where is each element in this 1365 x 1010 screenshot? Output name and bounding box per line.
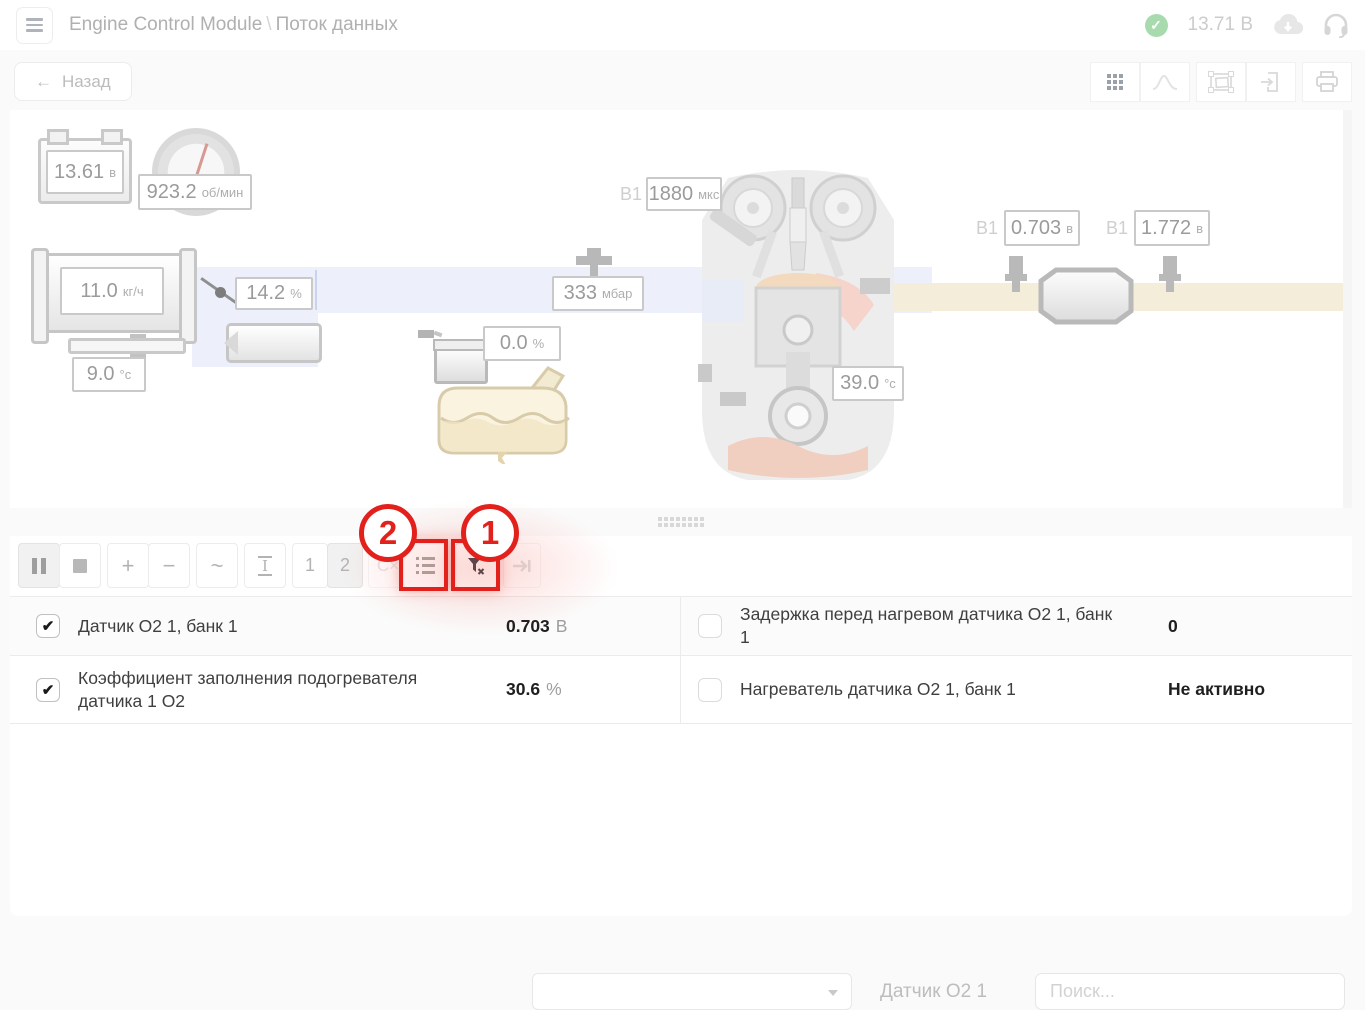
engine-block-icon xyxy=(698,160,898,490)
param-label: Коэффициент заполнения подогревателя дат… xyxy=(78,667,458,713)
back-button[interactable]: ← Назад xyxy=(14,62,132,101)
parameters-table: ✔ Датчик O2 1, банк 1 0.703В ✔ Коэффицие… xyxy=(10,596,1352,916)
engine-diagram: 13.61в 923.2об/мин B1 1880мкс 11.0кг/ч 1… xyxy=(10,110,1352,508)
pause-button[interactable] xyxy=(18,543,60,588)
param-label: Задержка перед нагревом датчика O2 1, ба… xyxy=(740,603,1120,649)
skip-button[interactable] xyxy=(503,543,541,588)
value-coolant-temp: 39.0°с xyxy=(832,366,904,401)
search-box xyxy=(1035,973,1345,1010)
row-checkbox[interactable]: ✔ xyxy=(36,678,60,702)
wave-icon: ~ xyxy=(211,553,224,579)
filter-clear-button[interactable] xyxy=(455,543,497,588)
idle-valve-icon xyxy=(226,323,322,363)
row-checkbox[interactable] xyxy=(698,678,722,702)
app-header: Engine Control Module\Поток данных ✓ 13.… xyxy=(0,0,1365,50)
layout-1-button[interactable]: 1 xyxy=(292,543,328,588)
headphones-icon[interactable] xyxy=(1323,12,1349,38)
panel-splitter xyxy=(10,508,1352,536)
breadcrumb-module: Engine Control Module xyxy=(69,14,262,35)
plus-icon: + xyxy=(122,553,135,579)
view-chart-button[interactable] xyxy=(1140,62,1190,102)
wave-view-button[interactable]: ~ xyxy=(196,543,238,588)
param-label: Нагреватель датчика O2 1, банк 1 xyxy=(740,678,1016,701)
battery-voltage-readout: 13.71 В xyxy=(1188,14,1254,36)
o2-sensor-pre-icon xyxy=(1004,256,1028,294)
export-icon xyxy=(1259,70,1283,94)
hamburger-icon xyxy=(26,18,43,21)
o2-sensor-post-icon xyxy=(1158,256,1182,294)
breadcrumb: Engine Control Module\Поток данных xyxy=(69,14,398,36)
skip-icon xyxy=(512,559,532,573)
table-row[interactable]: ✔ Датчик O2 1, банк 1 0.703В xyxy=(10,597,680,656)
parameter-list-button[interactable] xyxy=(403,543,447,588)
param-label: Датчик O2 1, банк 1 xyxy=(78,615,238,638)
view-print-button[interactable] xyxy=(1302,62,1352,102)
filter-clear-icon xyxy=(466,556,486,576)
record-cancel-button[interactable]: C× xyxy=(368,543,408,588)
value-manifold-pressure: 333мбар xyxy=(552,276,644,311)
group-dropdown[interactable] xyxy=(532,973,852,1010)
frame-icon xyxy=(1208,71,1234,93)
param-value: 0 xyxy=(1168,616,1178,637)
page-toolbar: ← Назад xyxy=(0,50,1365,110)
value-battery-voltage: 13.61в xyxy=(46,150,124,194)
back-arrow-icon: ← xyxy=(35,72,52,92)
record-cancel-icon: C× xyxy=(377,556,399,576)
autoscale-icon: I xyxy=(258,556,272,576)
zoom-in-button[interactable]: + xyxy=(107,543,149,588)
row-checkbox[interactable] xyxy=(698,614,722,638)
selected-parameter-label: Датчик O2 1 xyxy=(880,973,987,1010)
param-value: 0.703В xyxy=(506,616,567,637)
list-icon xyxy=(416,557,435,574)
bank-label: B1 xyxy=(620,184,642,205)
minus-icon: − xyxy=(163,553,176,579)
stream-toolbar: + − ~ I 1 2 C× Датчик O2 1 xyxy=(10,536,1352,596)
splitter-handle[interactable] xyxy=(658,517,704,527)
table-row[interactable]: Нагреватель датчика O2 1, банк 1 Не акти… xyxy=(681,656,1352,724)
view-frame-button[interactable] xyxy=(1196,62,1246,102)
row-checkbox[interactable]: ✔ xyxy=(36,614,60,638)
grid-icon xyxy=(1107,74,1123,90)
stop-button[interactable] xyxy=(59,543,101,588)
print-icon xyxy=(1315,71,1339,93)
air-duct-icon xyxy=(68,338,186,354)
connection-status-icon: ✓ xyxy=(1145,14,1168,37)
table-row[interactable]: Задержка перед нагревом датчика O2 1, ба… xyxy=(681,597,1352,656)
value-o2-sensor-2: 1.772в xyxy=(1134,210,1210,246)
search-input[interactable] xyxy=(1035,973,1345,1010)
value-o2-sensor-1: 0.703в xyxy=(1004,210,1080,246)
table-row[interactable]: ✔ Коэффициент заполнения подогревателя д… xyxy=(10,656,680,724)
view-grid-button[interactable] xyxy=(1090,62,1140,102)
value-engine-rpm: 923.2об/мин xyxy=(138,174,252,210)
throttle-valve-icon xyxy=(200,272,240,312)
diagram-scrollbar[interactable] xyxy=(1343,110,1352,508)
param-value: 30.6% xyxy=(506,679,562,700)
bank-label: B1 xyxy=(1106,218,1128,239)
value-injection-time: 1880мкс xyxy=(646,177,722,211)
back-label: Назад xyxy=(62,72,111,92)
stop-icon xyxy=(73,559,87,573)
autoscale-button[interactable]: I xyxy=(244,543,286,588)
view-export-button[interactable] xyxy=(1246,62,1296,102)
chart-icon xyxy=(1152,73,1178,91)
bank-label: B1 xyxy=(976,218,998,239)
breadcrumb-separator: \ xyxy=(262,14,275,35)
menu-button[interactable] xyxy=(16,7,53,44)
datastream-panel: 13.61в 923.2об/мин B1 1880мкс 11.0кг/ч 1… xyxy=(10,110,1352,916)
breadcrumb-page: Поток данных xyxy=(276,14,398,35)
zoom-out-button[interactable]: − xyxy=(148,543,190,588)
value-purge-valve: 0.0% xyxy=(483,326,561,361)
value-intake-air-temp: 9.0°с xyxy=(72,357,146,392)
value-throttle-pos: 14.2% xyxy=(235,277,313,310)
param-value: Не активно xyxy=(1168,679,1265,700)
catalyst-icon xyxy=(1036,266,1136,326)
value-mass-air-flow: 11.0кг/ч xyxy=(60,267,164,315)
pause-icon xyxy=(32,558,46,574)
cloud-download-icon[interactable] xyxy=(1273,14,1303,36)
purge-canister-icon xyxy=(434,346,488,384)
layout-2-button[interactable]: 2 xyxy=(327,543,363,588)
